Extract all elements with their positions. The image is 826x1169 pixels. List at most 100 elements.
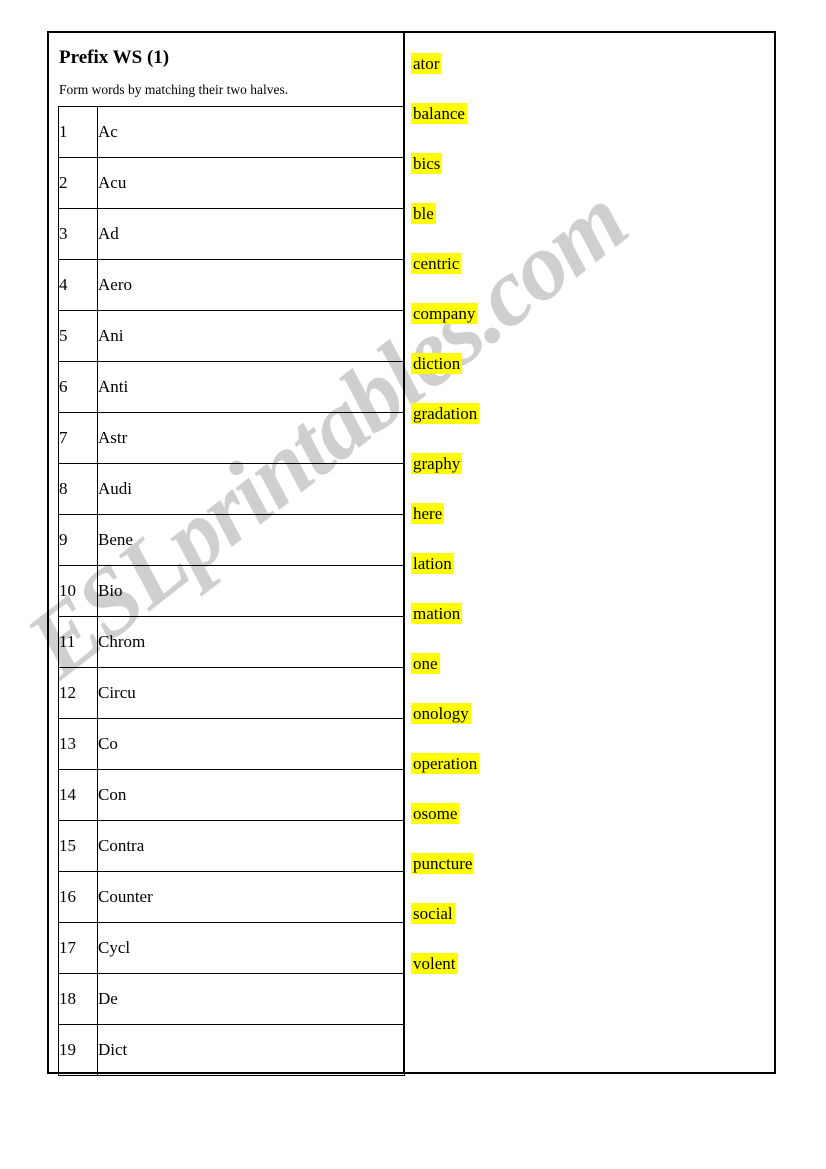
row-prefix[interactable]: Circu bbox=[97, 666, 405, 719]
left-column: Prefix WS (1) Form words by matching the… bbox=[49, 33, 405, 1076]
suffix-list: ator balance bics ble centric company diction g… bbox=[411, 39, 774, 989]
row-number: 9 bbox=[58, 513, 98, 566]
table-row: 7 Astr bbox=[58, 411, 405, 464]
suffix-item[interactable]: ble bbox=[411, 189, 774, 239]
row-prefix[interactable]: Anti bbox=[97, 360, 405, 413]
suffix-highlight: company bbox=[411, 303, 478, 324]
row-prefix[interactable]: Counter bbox=[97, 870, 405, 923]
suffix-highlight: puncture bbox=[411, 853, 475, 874]
row-number: 18 bbox=[58, 972, 98, 1025]
row-number: 4 bbox=[58, 258, 98, 311]
row-prefix[interactable]: Audi bbox=[97, 462, 405, 515]
row-prefix[interactable]: Con bbox=[97, 768, 405, 821]
row-prefix[interactable]: Dict bbox=[97, 1023, 405, 1076]
suffix-highlight: ble bbox=[411, 203, 436, 224]
suffix-highlight: osome bbox=[411, 803, 460, 824]
row-number: 11 bbox=[58, 615, 98, 668]
table-row: 2 Acu bbox=[58, 156, 405, 209]
suffix-item[interactable]: operation bbox=[411, 739, 774, 789]
right-column: ator balance bics ble centric company diction g… bbox=[405, 33, 774, 1072]
table-row: 18 De bbox=[58, 972, 405, 1025]
table-row: 14 Con bbox=[58, 768, 405, 821]
suffix-item[interactable]: onology bbox=[411, 689, 774, 739]
suffix-item[interactable]: company bbox=[411, 289, 774, 339]
suffix-item[interactable]: one bbox=[411, 639, 774, 689]
suffix-item[interactable]: bics bbox=[411, 139, 774, 189]
row-number: 17 bbox=[58, 921, 98, 974]
worksheet-page: Prefix WS (1) Form words by matching the… bbox=[47, 31, 776, 1076]
suffix-item[interactable]: lation bbox=[411, 539, 774, 589]
row-number: 2 bbox=[58, 156, 98, 209]
table-row: 6 Anti bbox=[58, 360, 405, 413]
table-row: 8 Audi bbox=[58, 462, 405, 515]
row-prefix[interactable]: Acu bbox=[97, 156, 405, 209]
suffix-highlight: one bbox=[411, 653, 440, 674]
row-number: 15 bbox=[58, 819, 98, 872]
table-row: 15 Contra bbox=[58, 819, 405, 872]
table-row: 5 Ani bbox=[58, 309, 405, 362]
row-number: 14 bbox=[58, 768, 98, 821]
suffix-highlight: diction bbox=[411, 353, 463, 374]
suffix-item[interactable]: mation bbox=[411, 589, 774, 639]
suffix-highlight: lation bbox=[411, 553, 454, 574]
row-prefix[interactable]: De bbox=[97, 972, 405, 1025]
table-row: 19 Dict bbox=[58, 1023, 405, 1076]
suffix-highlight: mation bbox=[411, 603, 463, 624]
suffix-highlight: gradation bbox=[411, 403, 480, 424]
row-prefix[interactable]: Co bbox=[97, 717, 405, 770]
suffix-item[interactable]: puncture bbox=[411, 839, 774, 889]
row-number: 12 bbox=[58, 666, 98, 719]
row-number: 7 bbox=[58, 411, 98, 464]
row-number: 19 bbox=[58, 1023, 98, 1076]
row-number: 8 bbox=[58, 462, 98, 515]
table-row: 16 Counter bbox=[58, 870, 405, 923]
suffix-item[interactable]: graphy bbox=[411, 439, 774, 489]
row-number: 13 bbox=[58, 717, 98, 770]
suffix-item[interactable]: here bbox=[411, 489, 774, 539]
row-number: 5 bbox=[58, 309, 98, 362]
suffix-item[interactable]: osome bbox=[411, 789, 774, 839]
row-prefix[interactable]: Bene bbox=[97, 513, 405, 566]
suffix-item[interactable]: social bbox=[411, 889, 774, 939]
suffix-item[interactable]: diction bbox=[411, 339, 774, 389]
row-prefix[interactable]: Ad bbox=[97, 207, 405, 260]
row-prefix[interactable]: Ac bbox=[97, 105, 405, 158]
suffix-item[interactable]: ator bbox=[411, 39, 774, 89]
suffix-highlight: ator bbox=[411, 53, 442, 74]
row-prefix[interactable]: Bio bbox=[97, 564, 405, 617]
suffix-item[interactable]: centric bbox=[411, 239, 774, 289]
suffix-highlight: social bbox=[411, 903, 455, 924]
table-row: 9 Bene bbox=[58, 513, 405, 566]
page-title: Prefix WS (1) bbox=[59, 47, 170, 68]
row-number: 1 bbox=[58, 105, 98, 158]
suffix-highlight: onology bbox=[411, 703, 471, 724]
row-prefix[interactable]: Aero bbox=[97, 258, 405, 311]
suffix-highlight: balance bbox=[411, 103, 467, 124]
row-prefix[interactable]: Cycl bbox=[97, 921, 405, 974]
prefix-table: 1 Ac 2 Acu 3 Ad 4 Aero 5 Ani 6 Anti 7 Astr 8 Audi 9 Bene 1… bbox=[58, 105, 405, 1076]
row-number: 6 bbox=[58, 360, 98, 413]
suffix-item[interactable]: gradation bbox=[411, 389, 774, 439]
suffix-item[interactable]: volent bbox=[411, 939, 774, 989]
table-row: 4 Aero bbox=[58, 258, 405, 311]
instruction-text: Form words by matching their two halves. bbox=[59, 81, 289, 97]
table-row: 11 Chrom bbox=[58, 615, 405, 668]
suffix-highlight: bics bbox=[411, 153, 443, 174]
row-prefix[interactable]: Astr bbox=[97, 411, 405, 464]
table-row: 1 Ac bbox=[58, 105, 405, 158]
table-row: 17 Cycl bbox=[58, 921, 405, 974]
suffix-item[interactable]: balance bbox=[411, 89, 774, 139]
row-prefix[interactable]: Ani bbox=[97, 309, 405, 362]
suffix-highlight: volent bbox=[411, 953, 458, 974]
row-number: 16 bbox=[58, 870, 98, 923]
row-number: 3 bbox=[58, 207, 98, 260]
table-row: 12 Circu bbox=[58, 666, 405, 719]
table-row: 13 Co bbox=[58, 717, 405, 770]
row-prefix[interactable]: Chrom bbox=[97, 615, 405, 668]
suffix-highlight: operation bbox=[411, 753, 480, 774]
suffix-highlight: centric bbox=[411, 253, 462, 274]
table-row: 3 Ad bbox=[58, 207, 405, 260]
table-row: 10 Bio bbox=[58, 564, 405, 617]
row-number: 10 bbox=[58, 564, 98, 617]
row-prefix[interactable]: Contra bbox=[97, 819, 405, 872]
